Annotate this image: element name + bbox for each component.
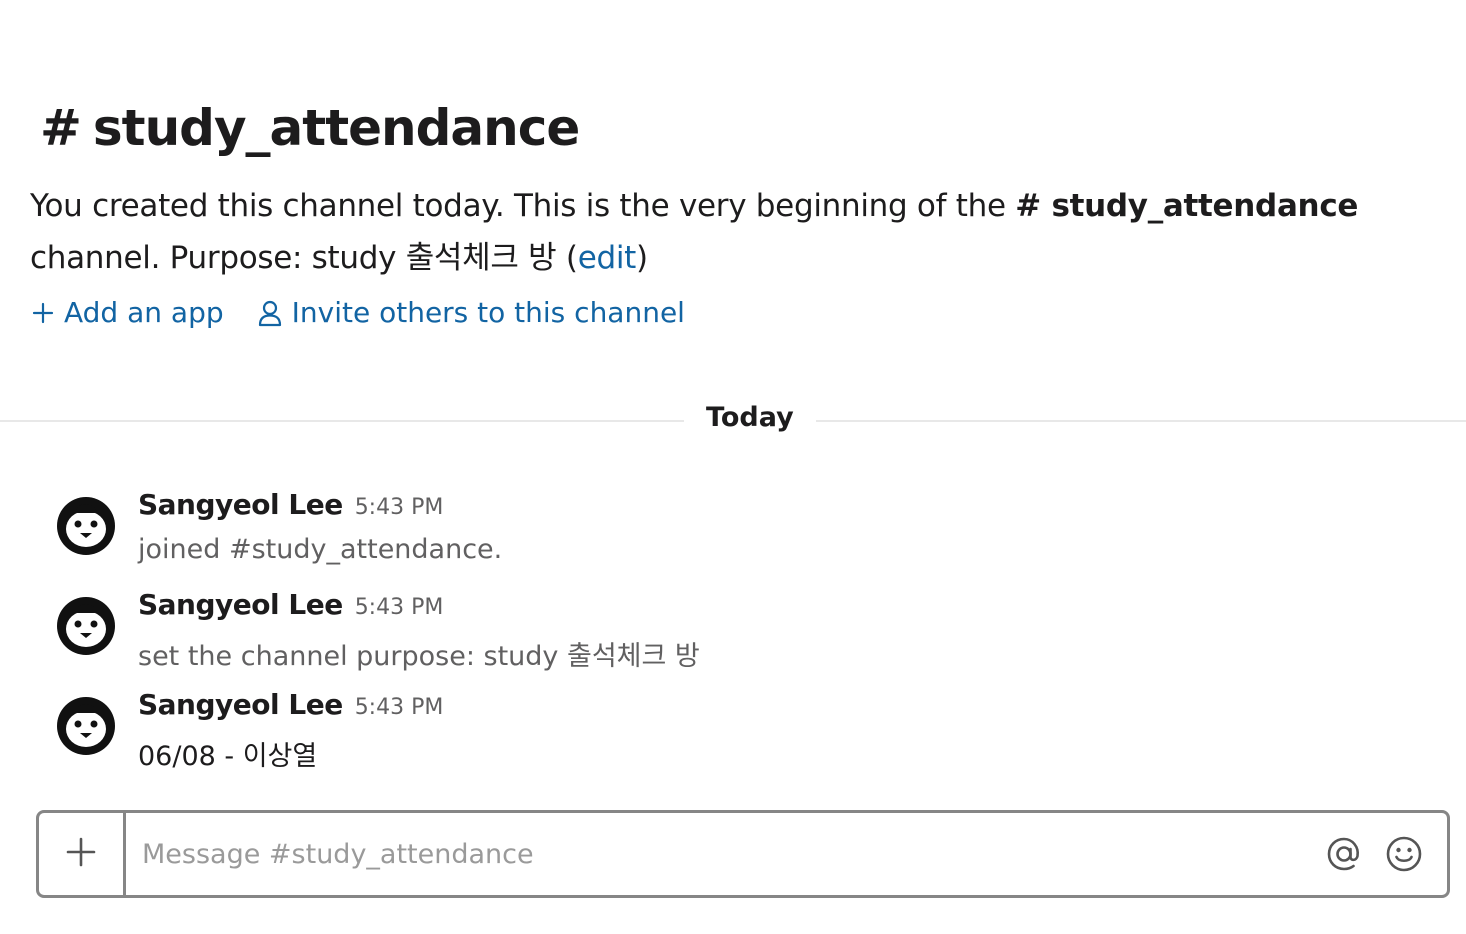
plus-icon [32, 302, 54, 324]
message-header: Sangyeol Lee 5:43 PM [138, 688, 443, 721]
message-timestamp[interactable]: 5:43 PM [355, 495, 444, 520]
channel-intro: You created this channel today. This is … [30, 180, 1440, 284]
channel-view: # study_attendance You created this chann… [0, 0, 1466, 934]
intro-close-paren: ) [636, 240, 648, 276]
message-text: set the channel purpose: study 출석체크 방 [138, 641, 700, 672]
penguin-icon[interactable] [56, 596, 116, 656]
smiley-icon[interactable] [1385, 835, 1423, 873]
message-text: joined #study_attendance. [138, 534, 503, 565]
message-input[interactable] [126, 813, 1325, 895]
add-app-button[interactable]: Add an app [32, 296, 224, 329]
message-header: Sangyeol Lee 5:43 PM [138, 588, 443, 621]
message-header: Sangyeol Lee 5:43 PM [138, 488, 443, 521]
message-list: Sangyeol Lee 5:43 PM joined #study_atten… [0, 488, 1466, 788]
message-item: Sangyeol Lee 5:43 PM joined #study_atten… [0, 488, 1466, 588]
sender-name[interactable]: Sangyeol Lee [138, 488, 343, 521]
channel-header: # study_attendance [30, 92, 1430, 164]
add-app-label: Add an app [64, 296, 224, 329]
date-divider-label: Today [684, 402, 816, 433]
sender-name[interactable]: Sangyeol Lee [138, 688, 343, 721]
sender-name[interactable]: Sangyeol Lee [138, 588, 343, 621]
message-text: 06/08 - 이상열 [138, 741, 318, 772]
invite-others-button[interactable]: Invite others to this channel [258, 296, 685, 329]
message-composer [36, 810, 1450, 898]
channel-reference[interactable]: # study_attendance [1015, 188, 1358, 224]
edit-purpose-link[interactable]: edit [578, 240, 637, 276]
channel-name: study_attendance [92, 99, 580, 157]
penguin-icon[interactable] [56, 696, 116, 756]
intro-text-after: channel. Purpose: study 출석체크 방 ( [30, 240, 578, 276]
message-timestamp[interactable]: 5:43 PM [355, 695, 444, 720]
channel-actions: Add an app Invite others to this channel [32, 296, 685, 329]
channel-title: # study_attendance [30, 92, 1430, 164]
intro-text-before: You created this channel today. This is … [30, 188, 1016, 224]
attach-button[interactable] [39, 813, 126, 895]
at-icon[interactable] [1325, 835, 1363, 873]
message-item: Sangyeol Lee 5:43 PM 06/08 - 이상열 [0, 688, 1466, 788]
person-icon [258, 299, 282, 327]
penguin-icon[interactable] [56, 496, 116, 556]
plus-icon [66, 837, 96, 871]
message-item: Sangyeol Lee 5:43 PM set the channel pur… [0, 588, 1466, 688]
message-timestamp[interactable]: 5:43 PM [355, 595, 444, 620]
hash-icon: # [40, 99, 82, 157]
composer-icons [1325, 835, 1447, 873]
invite-label: Invite others to this channel [291, 296, 685, 329]
